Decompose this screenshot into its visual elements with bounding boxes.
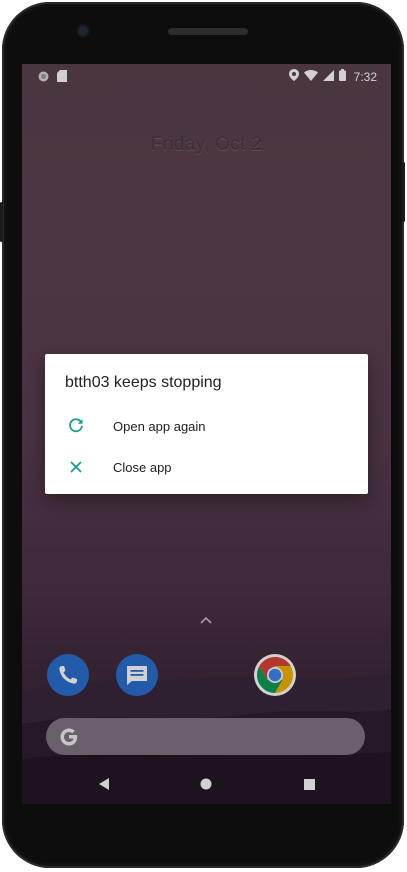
- volume-button: [0, 202, 3, 242]
- app-crash-dialog: btth03 keeps stopping Open app again Clo…: [45, 354, 368, 494]
- power-button: [402, 162, 405, 222]
- open-app-again-button[interactable]: Open app again: [45, 406, 368, 446]
- refresh-icon: [66, 416, 86, 436]
- phone-frame: 7:32 Friday, Oct 2 btth03 keeps stopping…: [0, 2, 405, 868]
- close-app-label: Close app: [113, 459, 172, 475]
- open-app-again-label: Open app again: [113, 418, 206, 434]
- dialog-title: btth03 keeps stopping: [65, 374, 222, 391]
- close-app-button[interactable]: Close app: [45, 447, 368, 487]
- earpiece-speaker: [168, 28, 248, 35]
- front-camera: [78, 26, 88, 36]
- close-icon: [66, 457, 86, 477]
- screen: 7:32 Friday, Oct 2 btth03 keeps stopping…: [22, 64, 391, 804]
